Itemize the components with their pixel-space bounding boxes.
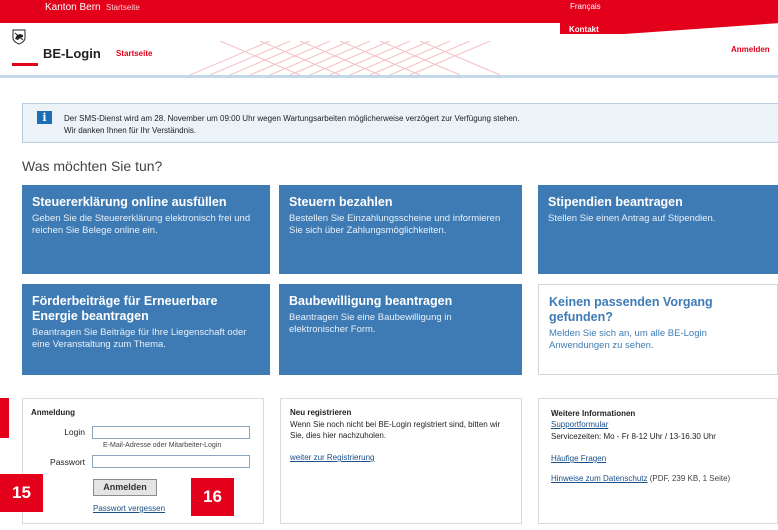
tile-description: Beantragen Sie Beiträge für Ihre Liegens…: [32, 327, 247, 350]
brand-underline: [12, 63, 38, 66]
privacy-meta: (PDF, 239 KB, 1 Seite): [649, 474, 731, 483]
tile-no-matching-process[interactable]: Keinen passenden Vorgang gefunden? Melde…: [538, 284, 778, 375]
notice-text: Der SMS-Dienst wird am 28. November um 0…: [64, 113, 519, 137]
login-button[interactable]: Anmelden: [93, 479, 157, 496]
annotation-badge-15: 15: [0, 474, 43, 512]
register-panel: Neu registrieren Wenn Sie noch nicht bei…: [280, 398, 522, 524]
more-info-panel: Weitere Informationen Supportformular Se…: [538, 398, 778, 524]
service-hours: Servicezeiten: Mo - Fr 8-12 Uhr / 13-16.…: [551, 432, 716, 441]
login-link[interactable]: Anmelden: [731, 45, 770, 54]
tile-description: Beantragen Sie eine Baubewilligung in el…: [289, 312, 452, 335]
header-decoration: [190, 41, 501, 75]
password-label: Passwort: [50, 457, 85, 467]
annotation-marker: [0, 398, 9, 438]
forgot-password-link[interactable]: Passwort vergessen: [93, 504, 165, 513]
tile-tax-return[interactable]: Steuererklärung online ausfüllen Geben S…: [22, 185, 270, 274]
tile-description: Stellen Sie einen Antrag auf Stipendien.: [548, 213, 716, 224]
more-info-title: Weitere Informationen: [551, 409, 636, 418]
register-title: Neu registrieren: [290, 408, 352, 417]
tile-scholarships[interactable]: Stipendien beantragen Stellen Sie einen …: [538, 185, 778, 274]
tile-title: Förderbeiträge für Erneuerbare Energie b…: [32, 294, 218, 323]
language-switch-link[interactable]: Français: [570, 2, 601, 11]
tile-title: Steuererklärung online ausfüllen: [32, 195, 227, 209]
privacy-row: Hinweise zum Datenschutz (PDF, 239 KB, 1…: [551, 474, 730, 483]
tile-title: Keinen passenden Vorgang gefunden?: [549, 295, 713, 324]
page-heading: Was möchten Sie tun?: [22, 158, 163, 174]
tile-description: Geben Sie die Steuererklärung elektronis…: [32, 213, 251, 236]
register-link[interactable]: weiter zur Registrierung: [290, 453, 374, 462]
faq-link[interactable]: Häufige Fragen: [551, 454, 606, 463]
password-input[interactable]: [92, 455, 250, 468]
tile-description: Bestellen Sie Einzahlungsscheine und inf…: [289, 213, 501, 236]
login-hint: E-Mail-Adresse oder Mitarbeiter-Login: [103, 442, 222, 449]
tile-description: Melden Sie sich an, um alle BE-Login Anw…: [549, 328, 707, 351]
notice-line: Wir danken Ihnen für Ihr Verständnis.: [64, 126, 197, 135]
login-input[interactable]: [92, 426, 250, 439]
login-label: Login: [64, 427, 85, 437]
support-form-link[interactable]: Supportformular: [551, 420, 608, 429]
site-header: BE-Login Startseite Anmelden: [0, 23, 778, 75]
coat-of-arms-icon: [12, 29, 26, 45]
home-link[interactable]: Startseite: [116, 49, 152, 58]
canton-name: Kanton Bern: [45, 2, 101, 13]
annotation-badge-16: 16: [191, 478, 234, 516]
privacy-link[interactable]: Hinweise zum Datenschutz: [551, 474, 647, 483]
canton-home-link[interactable]: Startseite: [106, 3, 140, 12]
tile-title: Baubewilligung beantragen: [289, 294, 453, 308]
notice-line: Der SMS-Dienst wird am 28. November um 0…: [64, 114, 520, 123]
tile-title: Stipendien beantragen: [548, 195, 683, 209]
info-icon: i: [37, 111, 52, 124]
maintenance-notice: i Der SMS-Dienst wird am 28. November um…: [22, 103, 778, 143]
tile-renewable-energy-grants[interactable]: Förderbeiträge für Erneuerbare Energie b…: [22, 284, 270, 375]
tile-title: Steuern bezahlen: [289, 195, 393, 209]
tile-pay-taxes[interactable]: Steuern bezahlen Bestellen Sie Einzahlun…: [279, 185, 522, 274]
login-title: Anmeldung: [31, 408, 75, 417]
register-text: Wenn Sie noch nicht bei BE-Login registr…: [290, 420, 501, 440]
tile-building-permit[interactable]: Baubewilligung beantragen Beantragen Sie…: [279, 284, 522, 375]
app-title: BE-Login: [43, 46, 101, 61]
header-divider: [0, 75, 778, 78]
